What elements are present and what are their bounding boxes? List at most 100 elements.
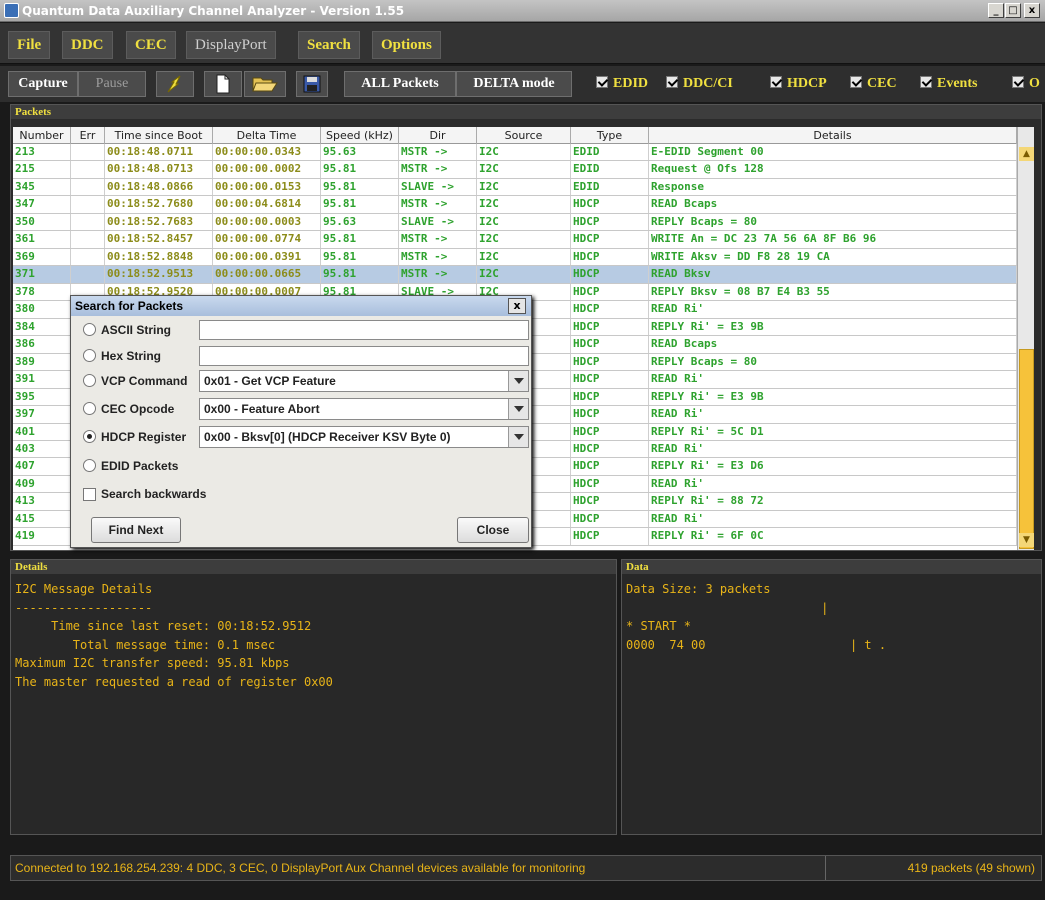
search-backwards-label: Search backwards [101, 487, 207, 501]
table-row[interactable]: 369 00:18:52.8848 00:00:00.0391 95.81 MSTR -… [13, 248, 1017, 267]
close-button[interactable]: x [1024, 3, 1040, 18]
column-header[interactable]: Number [13, 127, 71, 144]
table-cell: HDCP [571, 283, 649, 301]
column-header[interactable]: Source [477, 127, 571, 144]
chevron-down-icon[interactable] [508, 399, 528, 419]
vcp-command-select[interactable]: 0x01 - Get VCP Feature [199, 370, 529, 392]
filter-cec-checkbox[interactable]: CEC [850, 75, 897, 93]
dialog-close-icon[interactable]: x [508, 298, 526, 314]
floppy-disk-icon [303, 75, 321, 93]
table-cell: REPLY Ri' = 88 72 [649, 493, 1017, 510]
table-row[interactable]: 347 00:18:52.7680 00:00:04.6814 95.81 MSTR -… [13, 196, 1017, 214]
chevron-down-icon[interactable] [508, 371, 528, 391]
scrollbar-thumb[interactable] [1019, 349, 1034, 549]
column-header[interactable]: Details [649, 127, 1017, 144]
menu-search[interactable]: Search [298, 31, 360, 59]
hdcp-register-select[interactable]: 0x00 - Bksv[0] (HDCP Receiver KSV Byte 0… [199, 426, 529, 448]
table-cell: 386 [13, 336, 71, 353]
menu-cec[interactable]: CEC [126, 31, 176, 59]
hex-string-radio[interactable] [83, 349, 96, 362]
ascii-string-radio[interactable] [83, 323, 96, 336]
vcp-command-radio[interactable] [83, 374, 96, 387]
cec-opcode-radio[interactable] [83, 402, 96, 415]
chevron-down-icon[interactable] [508, 427, 528, 447]
table-cell: READ Bcaps [649, 336, 1017, 353]
table-cell [71, 196, 105, 213]
text-line: ------------------- [15, 600, 153, 615]
maximize-button[interactable]: □ [1005, 3, 1021, 18]
table-cell: I2C [477, 196, 571, 213]
table-cell [71, 266, 105, 283]
table-row[interactable]: 215 00:18:48.0713 00:00:00.0002 95.81 MSTR -… [13, 161, 1017, 179]
table-cell: EDID [571, 161, 649, 178]
column-header[interactable]: Type [571, 127, 649, 144]
column-header[interactable]: Dir [399, 127, 477, 144]
table-row[interactable]: 350 00:18:52.7683 00:00:00.0003 95.63 SLAVE … [13, 213, 1017, 232]
menu-displayport[interactable]: DisplayPort [186, 31, 276, 59]
app-icon [4, 3, 19, 18]
table-cell: I2C [477, 178, 571, 196]
filter-edid-checkbox[interactable]: EDID [596, 75, 648, 93]
data-header: Data [622, 560, 1041, 574]
table-cell: MSTR -> [399, 161, 477, 178]
table-cell [71, 213, 105, 231]
search-backwards-checkbox[interactable] [83, 488, 96, 501]
minimize-button[interactable]: _ [988, 3, 1004, 18]
scroll-up-icon[interactable]: ▲ [1019, 147, 1034, 161]
text-line: Total message time: 0.1 msec [15, 637, 276, 652]
filter-other-checkbox[interactable]: O [1012, 75, 1040, 93]
table-row[interactable]: 213 00:18:48.0711 00:00:00.0343 95.63 MSTR -… [13, 144, 1017, 162]
clear-button[interactable] [156, 71, 194, 97]
hdcp-register-radio[interactable] [83, 430, 96, 443]
table-cell: I2C [477, 266, 571, 283]
column-header[interactable]: Delta Time [213, 127, 321, 144]
table-row[interactable]: 361 00:18:52.8457 00:00:00.0774 95.81 MSTR -… [13, 231, 1017, 249]
table-cell: 384 [13, 318, 71, 336]
filter-events-checkbox[interactable]: Events [920, 75, 977, 93]
open-button[interactable] [244, 71, 286, 97]
table-cell [71, 144, 105, 161]
find-next-button[interactable]: Find Next [91, 517, 181, 543]
edid-packets-label: EDID Packets [101, 459, 179, 473]
filter-ddcci-checkbox[interactable]: DDC/CI [666, 75, 733, 93]
table-cell: HDCP [571, 458, 649, 475]
table-cell: EDID [571, 144, 649, 161]
table-cell: 95.63 [321, 144, 399, 161]
menu-options[interactable]: Options [372, 31, 441, 59]
column-header[interactable]: Time since Boot [105, 127, 213, 144]
edid-packets-radio[interactable] [83, 459, 96, 472]
scroll-down-icon[interactable]: ▼ [1019, 533, 1034, 547]
table-cell: 389 [13, 353, 71, 371]
all-packets-button[interactable]: ALL Packets [344, 71, 456, 97]
save-button[interactable] [296, 71, 328, 97]
ascii-string-input[interactable] [199, 320, 529, 340]
dialog-close-button[interactable]: Close [457, 517, 529, 543]
cec-opcode-select[interactable]: 0x00 - Feature Abort [199, 398, 529, 420]
new-button[interactable] [204, 71, 242, 97]
menu-ddc[interactable]: DDC [62, 31, 113, 59]
hex-string-input[interactable] [199, 346, 529, 366]
column-header[interactable]: Speed (kHz) [321, 127, 399, 144]
table-row[interactable]: 371 00:18:52.9513 00:00:00.0665 95.81 MSTR -… [13, 266, 1017, 284]
filter-hdcp-checkbox[interactable]: HDCP [770, 75, 827, 93]
packets-scrollbar[interactable]: ▲ ▼ [1017, 127, 1034, 550]
column-header[interactable]: Err [71, 127, 105, 144]
table-row[interactable]: 345 00:18:48.0866 00:00:00.0153 95.81 SLAVE … [13, 178, 1017, 197]
text-line: Data Size: 3 packets [626, 582, 771, 596]
capture-button[interactable]: Capture [8, 71, 78, 97]
table-cell: 401 [13, 423, 71, 440]
delta-mode-button[interactable]: DELTA mode [456, 71, 572, 97]
table-cell: MSTR -> [399, 144, 477, 161]
pause-button[interactable]: Pause [78, 71, 146, 97]
table-cell: 419 [13, 528, 71, 545]
table-cell: Request @ Ofs 128 [649, 161, 1017, 178]
table-cell: 00:18:52.7680 [105, 196, 213, 213]
window-title: Quantum Data Auxiliary Channel Analyzer … [22, 4, 405, 18]
text-line: Maximum I2C transfer speed: 95.81 kbps [15, 656, 290, 670]
menu-file[interactable]: File [8, 31, 51, 59]
checkbox-check-icon [850, 76, 862, 88]
table-cell: HDCP [571, 318, 649, 336]
table-cell: HDCP [571, 440, 649, 458]
table-cell: MSTR -> [399, 248, 477, 266]
table-cell: HDCP [571, 493, 649, 510]
